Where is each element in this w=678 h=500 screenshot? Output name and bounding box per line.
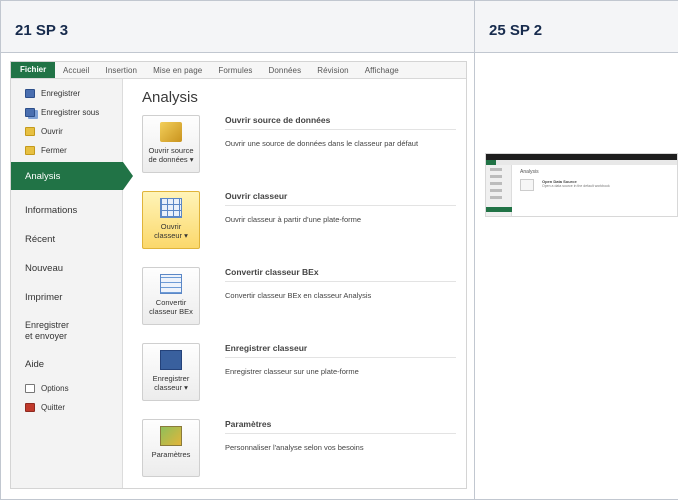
excel-backstage-screenshot: Fichier Accueil Insertion Mise en page F… [10, 61, 467, 489]
entry-title: Ouvrir source de données [225, 115, 456, 130]
save-icon [25, 89, 35, 98]
thumb-title: Analysis [520, 169, 539, 175]
nav-recent[interactable]: Récent [11, 225, 122, 254]
nav-save-label: Enregistrer [41, 89, 81, 98]
entry-desc: Enregistrer classeur sur une plate-forme [225, 367, 359, 376]
nav-save-send-line1: Enregistrer [25, 320, 70, 330]
tab-formules[interactable]: Formules [210, 62, 260, 78]
backstage-nav: Enregistrer Enregistrer sous Ouvrir Ferm… [11, 79, 133, 488]
entry-desc: Personnaliser l'analyse selon vos besoin… [225, 443, 364, 452]
ribbon-tabs: Fichier Accueil Insertion Mise en page F… [11, 62, 466, 79]
nav-close[interactable]: Fermer [11, 141, 122, 160]
save-workbook-label-1: Enregistrer [152, 374, 190, 383]
thumb-button [520, 179, 534, 191]
folder-close-icon [25, 146, 35, 155]
nav-analysis[interactable]: Analysis [11, 162, 133, 190]
open-workbook-label-2: classeur ▾ [154, 231, 188, 240]
open-workbook-label-1: Ouvrir [160, 222, 182, 231]
entry-title: Ouvrir classeur [225, 191, 456, 206]
entry-convert-bex: Convertir classeur BEx Convertir classeur… [142, 267, 466, 343]
nav-save-as-label: Enregistrer sous [41, 108, 100, 117]
column-header-25sp2: 25 SP 2 [474, 0, 678, 53]
entry-open-workbook: Ouvrir classeur ▾ Ouvrir classeur Ouvrir … [142, 191, 466, 267]
backstage-main: Analysis Ouvrir source de données ▾ Ouvri… [123, 79, 466, 488]
thumb-nav [486, 165, 512, 216]
convert-workbook-icon [160, 274, 182, 294]
save-workbook-label-2: classeur ▾ [154, 383, 188, 392]
save-workbook-button[interactable]: Enregistrer classeur ▾ [142, 343, 200, 401]
analysis-title: Analysis [142, 89, 198, 106]
tab-affichage[interactable]: Affichage [357, 62, 407, 78]
folder-open-icon [25, 127, 35, 136]
nav-quitter[interactable]: Quitter [11, 398, 122, 417]
column-header-21sp3: 21 SP 3 [0, 0, 475, 53]
nav-options[interactable]: Options [11, 379, 122, 398]
nav-save-send[interactable]: Enregistrer et envoyer [11, 312, 122, 350]
cell-21sp3: Fichier Accueil Insertion Mise en page F… [0, 52, 475, 500]
nav-aide[interactable]: Aide [11, 350, 122, 379]
entry-settings: Paramètres Paramètres Personnaliser l'an… [142, 419, 466, 488]
settings-label: Paramètres [151, 450, 191, 459]
nav-options-label: Options [41, 384, 69, 393]
thumb-entry-desc: Open a data source in the default workbo… [542, 184, 610, 188]
entry-desc: Ouvrir classeur à partir d'une plate-for… [225, 215, 362, 224]
entry-desc: Convertir classeur BEx en classeur Analy… [225, 291, 372, 300]
workbook-open-icon [160, 198, 182, 218]
save-as-icon [25, 108, 35, 117]
nav-open-label: Ouvrir [41, 127, 63, 136]
open-data-source-label-1: Ouvrir source [148, 146, 194, 155]
open-data-source-label-2: de données ▾ [148, 155, 194, 164]
convert-bex-label-2: classeur BEx [149, 307, 193, 316]
data-source-icon [160, 122, 182, 142]
tab-mise-en-page[interactable]: Mise en page [145, 62, 210, 78]
nav-save-as[interactable]: Enregistrer sous [11, 103, 122, 122]
entry-title: Convertir classeur BEx [225, 267, 456, 282]
cell-25sp2 [474, 52, 678, 500]
tab-insertion[interactable]: Insertion [98, 62, 146, 78]
nav-nouveau[interactable]: Nouveau [11, 254, 122, 283]
tab-fichier[interactable]: Fichier [11, 62, 55, 78]
save-workbook-icon [160, 350, 182, 370]
entry-title: Paramètres [225, 419, 456, 434]
thumbnail-screenshot[interactable]: Analysis Open Data Source Open a data so… [485, 153, 678, 217]
nav-save-send-line2: et envoyer [25, 331, 68, 341]
settings-icon [160, 426, 182, 446]
quit-icon [25, 403, 35, 412]
entry-title: Enregistrer classeur [225, 343, 456, 358]
nav-close-label: Fermer [41, 146, 67, 155]
nav-open[interactable]: Ouvrir [11, 122, 122, 141]
options-icon [25, 384, 35, 393]
tab-donnees[interactable]: Données [260, 62, 309, 78]
nav-save[interactable]: Enregistrer [11, 84, 122, 103]
convert-bex-button[interactable]: Convertir classeur BEx [142, 267, 200, 325]
entry-save-workbook: Enregistrer classeur ▾ Enregistrer classe… [142, 343, 466, 419]
entry-open-data-source: Ouvrir source de données ▾ Ouvrir source … [142, 115, 466, 191]
entry-desc: Ouvrir une source de données dans le cla… [225, 139, 419, 148]
tab-accueil[interactable]: Accueil [55, 62, 98, 78]
nav-informations[interactable]: Informations [11, 196, 122, 225]
open-data-source-button[interactable]: Ouvrir source de données ▾ [142, 115, 200, 173]
convert-bex-label-1: Convertir [155, 298, 187, 307]
tab-revision[interactable]: Révision [309, 62, 356, 78]
nav-imprimer[interactable]: Imprimer [11, 283, 122, 312]
nav-quitter-label: Quitter [41, 403, 66, 412]
settings-button[interactable]: Paramètres [142, 419, 200, 477]
comparison-table: 21 SP 3 25 SP 2 Fichier Accueil Insertio… [0, 0, 678, 500]
open-workbook-button[interactable]: Ouvrir classeur ▾ [142, 191, 200, 249]
